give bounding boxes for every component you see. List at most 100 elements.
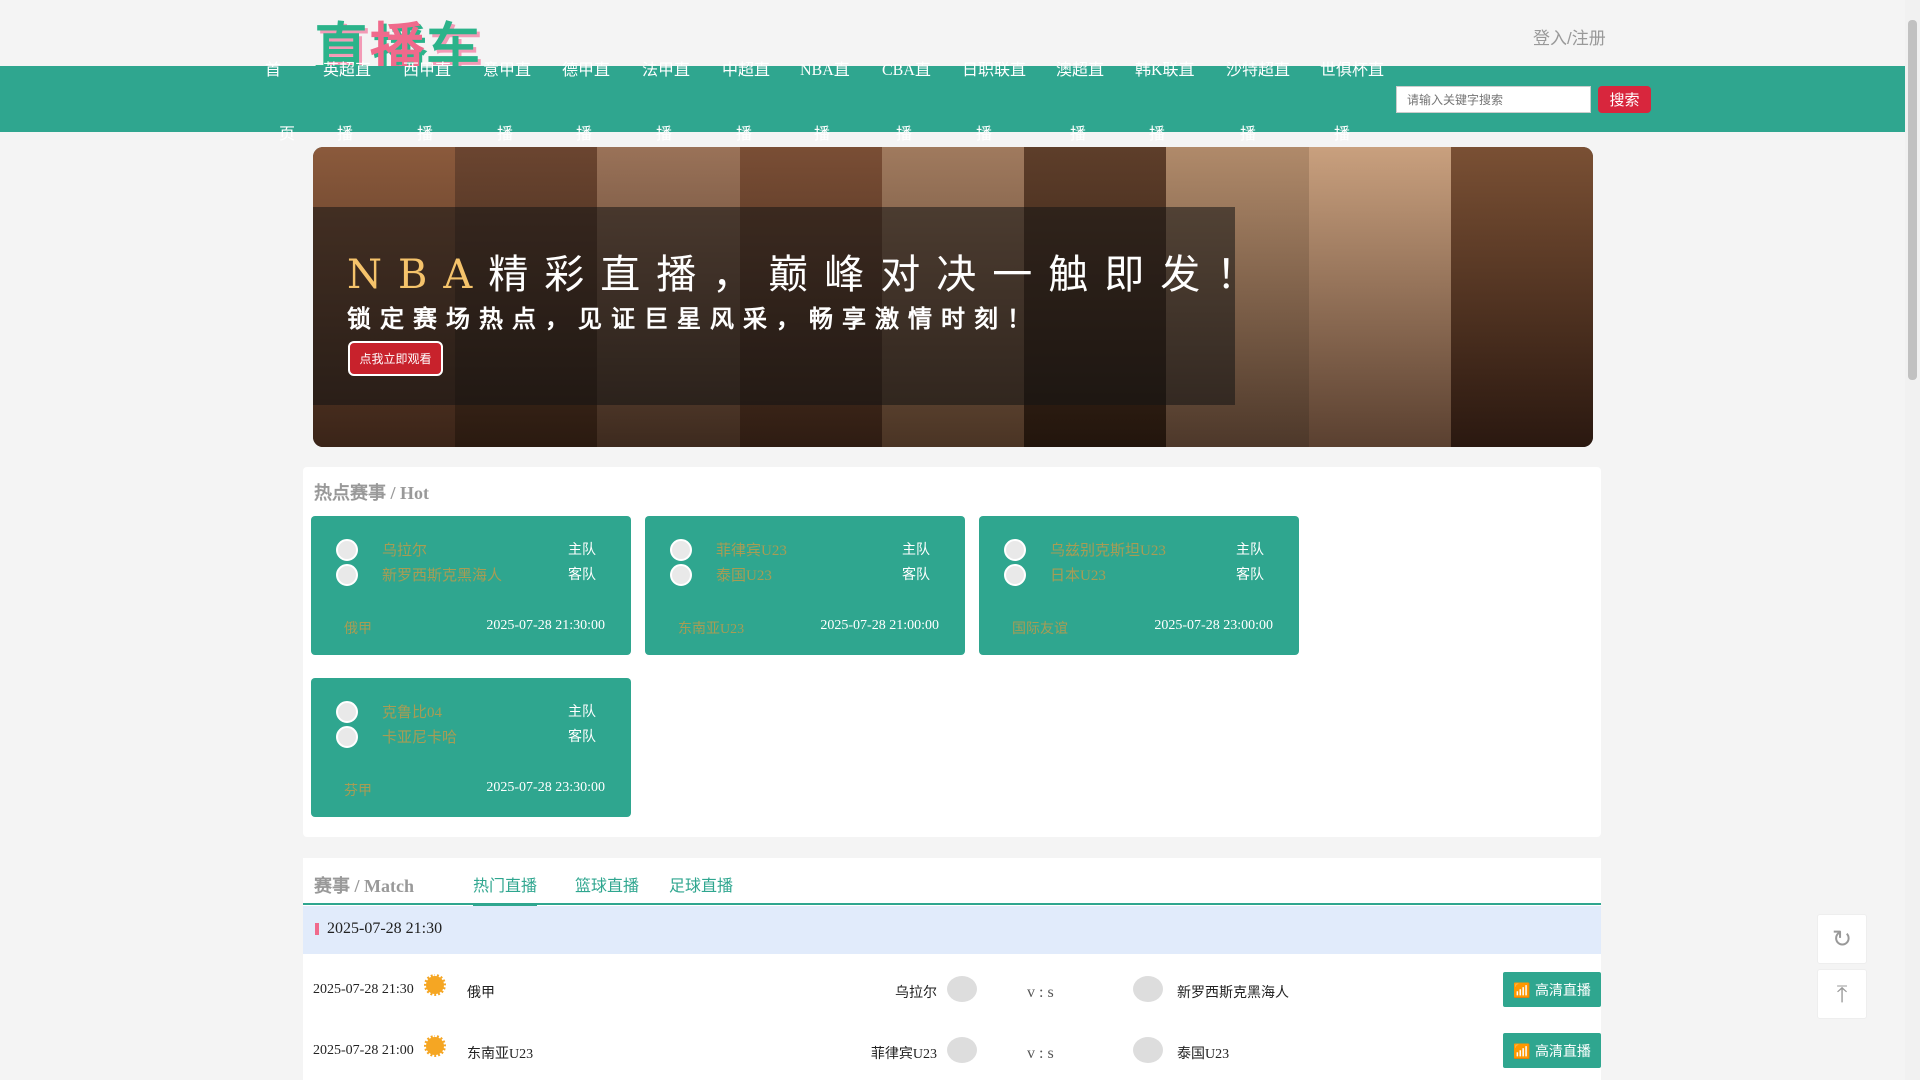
hd-live-button[interactable]: 📶 高清直播 [1503, 972, 1601, 1007]
home-team-logo-icon [670, 539, 692, 561]
match-vs: v : s [1027, 1045, 1054, 1062]
card-league: 国际友谊 [1012, 622, 1068, 637]
hd-live-label: 高清直播 [1534, 1043, 1591, 1060]
away-team-logo-icon [1133, 976, 1163, 1002]
match-home-team: 乌拉尔 [895, 986, 937, 1001]
away-team-logo-icon [1004, 564, 1026, 586]
home-team-logo-icon [947, 976, 977, 1002]
football-icon [424, 1035, 446, 1057]
home-label: 主队 [1236, 543, 1264, 558]
tab-underline [303, 903, 1601, 905]
nav-item-label: 播 [337, 126, 354, 143]
nav-item-label: 播 [1334, 126, 1351, 143]
home-team-name: 菲律宾U23 [716, 543, 787, 559]
card-time: 2025-07-28 23:00:00 [1154, 618, 1273, 633]
login-register-link[interactable]: 登入/注册 [1533, 24, 1606, 49]
hero-banner[interactable]: NBA精彩直播，巅峰对决一触即发！ 锁定赛场热点，见证巨星风采，畅享激情时刻！ … [313, 147, 1593, 447]
nav-item-label: 播 [656, 126, 673, 143]
home-team-logo-icon [947, 1037, 977, 1063]
away-team-name: 新罗西斯克黑海人 [382, 568, 503, 584]
away-row: 卡亚尼卡哈 客队 [336, 726, 606, 748]
card-time: 2025-07-28 21:00:00 [820, 618, 939, 633]
scrollbar[interactable] [1905, 0, 1920, 1080]
banner-headline: NBA精彩直播，巅峰对决一触即发！ [347, 252, 1273, 298]
match-vs: v : s [1027, 984, 1054, 1001]
match-time: 2025-07-28 21:30 [313, 982, 414, 997]
away-label: 客队 [568, 568, 596, 583]
match-away-team: 新罗西斯克黑海人 [1177, 986, 1289, 1001]
match-league: 俄甲 [467, 986, 495, 1001]
hd-live-label: 高清直播 [1534, 982, 1591, 999]
away-row: 新罗西斯克黑海人 客队 [336, 564, 606, 586]
nav-item-label: 播 [736, 126, 753, 143]
nav-item-label: 播 [896, 126, 913, 143]
hot-match-card[interactable]: 克鲁比04 主队卡亚尼卡哈 客队芬甲 2025-07-28 23:30:00 [311, 678, 631, 817]
home-team-logo-icon [336, 701, 358, 723]
hot-match-card[interactable]: 菲律宾U23 主队泰国U23 客队东南亚U23 2025-07-28 21:00:00 [645, 516, 965, 655]
home-team-logo-icon [336, 539, 358, 561]
nav-item-label: 播 [417, 126, 434, 143]
home-row: 克鲁比04 主队 [336, 701, 606, 723]
nav-item-label: 播 [1240, 126, 1257, 143]
nav-item-label: 播 [814, 126, 831, 143]
away-label: 客队 [902, 568, 930, 583]
hot-match-card[interactable]: 乌拉尔 主队新罗西斯克黑海人 客队俄甲 2025-07-28 21:30:00 [311, 516, 631, 655]
away-team-name: 日本U23 [1050, 568, 1106, 584]
away-label: 客队 [568, 730, 596, 745]
nav-item-label: 播 [1149, 126, 1166, 143]
tab-basketball-live[interactable]: 篮球直播 [575, 872, 639, 904]
nav-item-label: 页 [279, 126, 296, 143]
card-league: 俄甲 [344, 622, 372, 637]
home-team-name: 乌兹别克斯坦U23 [1050, 543, 1166, 559]
nav-item-label: 播 [1070, 126, 1087, 143]
search-button[interactable]: 搜索 [1598, 86, 1651, 113]
home-row: 乌兹别克斯坦U23 主队 [1004, 539, 1274, 561]
hot-section: 热点赛事 / Hot 乌拉尔 主队 新罗西斯克黑海人 客队 俄甲 2025-07-28 2… [303, 467, 1601, 837]
match-section-title: 赛事 / Match [314, 876, 414, 896]
tab-football-live[interactable]: 足球直播 [669, 872, 733, 904]
home-label: 主队 [568, 543, 596, 558]
card-time: 2025-07-28 21:30:00 [486, 618, 605, 633]
match-home-team: 菲律宾U23 [870, 1047, 937, 1062]
hot-section-title: 热点赛事 / Hot [314, 483, 429, 503]
match-section: 赛事 / Match 热门直播 篮球直播 足球直播 2025-07-28 21:… [303, 858, 1601, 1080]
nav-item-label: 播 [576, 126, 593, 143]
home-team-name: 乌拉尔 [382, 543, 428, 559]
date-text: 2025-07-28 21:30 [327, 920, 443, 937]
home-team-logo-icon [1004, 539, 1026, 561]
back-to-top-icon[interactable]: ⤒ [1817, 969, 1867, 1019]
hot-match-card[interactable]: 乌兹别克斯坦U23 主队日本U23 客队国际友谊 2025-07-28 23:00:0… [979, 516, 1299, 655]
home-team-name: 克鲁比04 [382, 705, 443, 721]
nav-item-label: 播 [497, 126, 514, 143]
home-label: 主队 [568, 705, 596, 720]
date-marker-icon [315, 923, 319, 935]
football-icon [424, 974, 446, 996]
away-team-logo-icon [670, 564, 692, 586]
date-header: 2025-07-28 21:30 [303, 906, 1601, 954]
away-team-logo-icon [1133, 1037, 1163, 1063]
card-league: 东南亚U23 [678, 622, 745, 637]
away-team-name: 泰国U23 [716, 568, 772, 584]
match-row: 2025-07-28 21:30 俄甲 乌拉尔 v : s 新罗西斯克黑海人 📶 高清直播 [303, 966, 1601, 1016]
scrollbar-thumb[interactable] [1908, 20, 1917, 380]
match-league: 东南亚U23 [467, 1047, 534, 1062]
card-time: 2025-07-28 23:30:00 [486, 780, 605, 795]
match-away-team: 泰国U23 [1177, 1047, 1230, 1062]
match-row: 2025-07-28 21:00 东南亚U23 菲律宾U23 v : s 泰国U23 📶 … [303, 1027, 1601, 1077]
away-row: 泰国U23 客队 [670, 564, 940, 586]
tab-hot-live[interactable]: 热门直播 [473, 872, 538, 907]
card-league: 芬甲 [344, 784, 372, 799]
home-row: 菲律宾U23 主队 [670, 539, 940, 561]
nav-item-label: 播 [976, 126, 993, 143]
home-label: 主队 [902, 543, 930, 558]
watch-now-button[interactable]: 点我立即观看 [348, 341, 443, 376]
away-row: 日本U23 客队 [1004, 564, 1274, 586]
refresh-icon[interactable]: ↻ [1817, 914, 1867, 964]
home-row: 乌拉尔 主队 [336, 539, 606, 561]
match-time: 2025-07-28 21:00 [313, 1043, 414, 1058]
banner-subtitle: 锁定赛场热点，见证巨星风采，畅享激情时刻！ [347, 305, 1040, 333]
search-input[interactable] [1396, 86, 1591, 113]
away-team-logo-icon [336, 726, 358, 748]
away-team-logo-icon [336, 564, 358, 586]
hd-live-button[interactable]: 📶 高清直播 [1503, 1033, 1601, 1068]
